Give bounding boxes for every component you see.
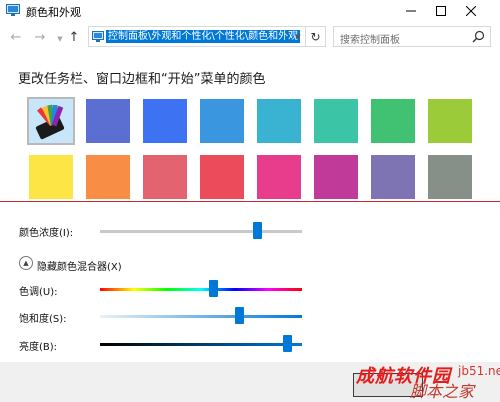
intensity-slider-thumb[interactable] [253,222,263,239]
close-button[interactable] [456,0,486,22]
color-swatch[interactable] [257,155,301,199]
saturation-slider-thumb[interactable] [234,307,244,324]
color-swatch[interactable] [428,99,472,143]
address-path[interactable]: 控制面板\外观和个性化\个性化\颜色和外观 [106,30,301,43]
color-swatch[interactable] [314,155,358,199]
close-icon [466,6,476,16]
window-title: 颜色和外观 [26,6,81,19]
color-swatch[interactable] [200,155,244,199]
up-arrow-icon[interactable]: ↑ [66,29,82,45]
color-swatch[interactable] [371,155,415,199]
forward-arrow-icon[interactable]: → [32,29,48,45]
control-panel-icon [92,31,104,42]
brightness-label: 亮度(B): [19,342,58,353]
hue-label: 色调(U): [19,287,58,298]
watermark-brand: 脚本之家 [410,382,475,401]
watermark-url: jb51.net [458,364,500,378]
saturation-label: 饱和度(S): [19,314,67,325]
maximize-icon [436,6,446,16]
brightness-slider-thumb[interactable] [283,335,293,352]
hue-slider-track[interactable] [100,288,302,291]
search-placeholder: 搜索控制面板 [340,35,400,46]
minimize-icon [406,10,416,12]
color-swatch[interactable] [143,99,187,143]
color-palette-icon [35,104,65,140]
control-panel-icon [6,4,20,16]
color-swatch[interactable] [143,155,187,199]
color-swatch[interactable] [371,99,415,143]
address-bar[interactable]: 控制面板\外观和个性化\个性化\颜色和外观 [88,26,306,47]
divider [0,201,500,202]
back-arrow-icon[interactable]: ← [8,29,24,45]
color-swatch[interactable] [257,99,301,143]
color-swatch[interactable] [86,99,130,143]
hue-slider-thumb[interactable] [208,280,218,297]
address-dropdown-chevron-icon[interactable]: ▼ [293,26,303,47]
maximize-button[interactable] [426,0,456,22]
color-swatch[interactable] [314,99,358,143]
search-icon[interactable] [472,30,485,43]
collapse-chevron-icon[interactable]: ▲ [19,256,33,270]
page-heading: 更改任务栏、窗口边框和“开始”菜单的颜色 [18,72,266,87]
navigation-bar: ← → ▼ ↑ 控制面板\外观和个性化\个性化\颜色和外观 ▼ ↻ 搜索控制面板 [0,22,500,52]
custom-color-swatch[interactable] [27,97,75,145]
brightness-slider-track[interactable] [100,343,302,346]
minimize-button[interactable] [396,0,426,22]
color-swatch[interactable] [29,155,73,199]
color-swatch[interactable] [200,99,244,143]
intensity-slider-track[interactable] [100,230,302,233]
refresh-icon[interactable]: ↻ [306,26,326,47]
color-swatch[interactable] [86,155,130,199]
hide-color-mixer-toggle[interactable]: 隐藏颜色混合器(X) [37,258,122,273]
saturation-slider-track[interactable] [100,315,302,318]
search-input[interactable]: 搜索控制面板 [333,26,491,47]
intensity-label: 颜色浓度(I): [19,228,74,239]
color-swatch[interactable] [428,155,472,199]
title-bar: 颜色和外观 [0,0,500,22]
